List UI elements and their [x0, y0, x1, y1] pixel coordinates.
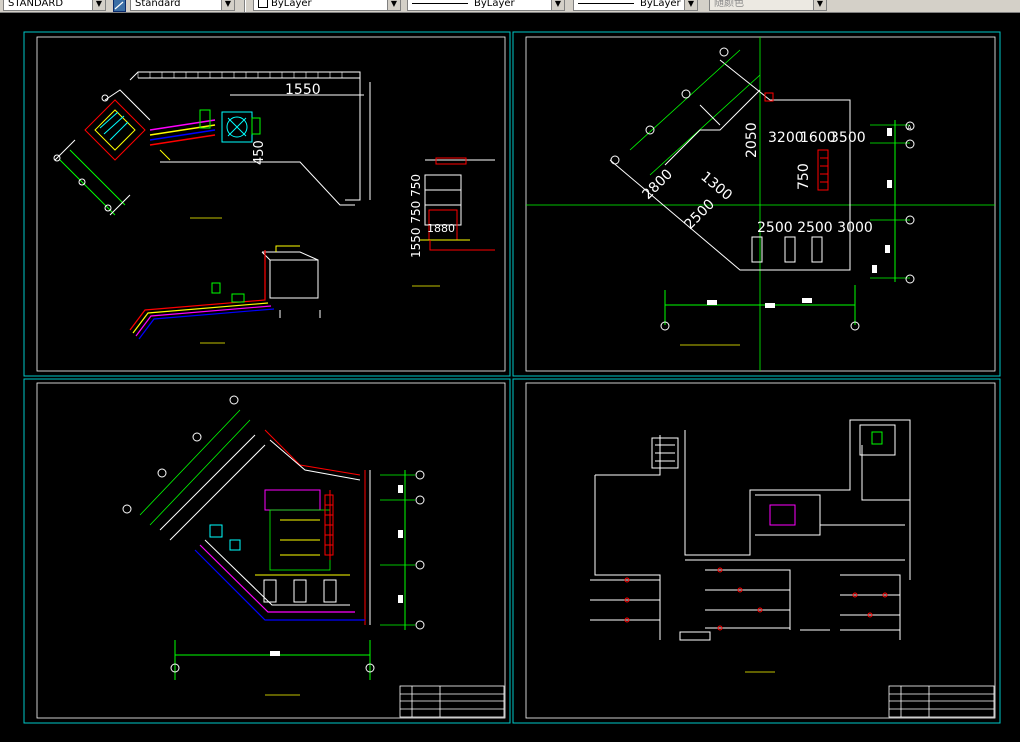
dim-2500a: 2500 [682, 196, 719, 233]
chevron-down-icon[interactable]: ▼ [551, 0, 564, 10]
detail-dim2: 1880 [427, 222, 455, 235]
color-value: ByLayer [271, 0, 312, 9]
dim-3200: 3200 [768, 130, 804, 146]
sheet-frame-bottom-left [23, 378, 511, 724]
color-swatch-icon [258, 0, 268, 8]
dimension-style-dropdown[interactable]: Standard ▼ [130, 0, 235, 11]
lineweight-dropdown[interactable]: ByLayer ▼ [573, 0, 698, 11]
color-dropdown[interactable]: ByLayer ▼ [253, 0, 401, 11]
lineweight-value: ByLayer [640, 0, 681, 9]
axis-bubbles-bottom-left [122, 395, 425, 673]
chevron-down-icon[interactable]: ▼ [387, 0, 400, 10]
dimension-style-icon[interactable] [113, 0, 126, 12]
plot-style-value: 随颜色 [714, 0, 744, 9]
sheet-frame-top-left [23, 31, 511, 377]
linetype-dropdown[interactable]: ByLayer ▼ [407, 0, 565, 11]
dim-row-2500-2500-3000: 2500 2500 3000 [757, 220, 873, 236]
sheet-top-right-plan: 3200 1600 3500 2050 1300 2800 2500 750 2… [526, 37, 995, 371]
detail-dims: 1550 750 750 [409, 174, 423, 258]
dim-3500: 3500 [830, 130, 866, 146]
chevron-down-icon[interactable]: ▼ [221, 0, 234, 10]
sheet-bottom-right-schematic [590, 419, 995, 718]
dim-1550-top: 1550 [285, 82, 321, 98]
lineweight-sample-icon [578, 2, 634, 4]
dimension-style-value: Standard [135, 0, 181, 9]
dim-2050: 2050 [744, 122, 760, 158]
plot-style-dropdown[interactable]: 随颜色 ▼ [709, 0, 827, 11]
dim-2800: 2800 [640, 166, 677, 203]
equipment-skid [84, 89, 151, 161]
axis-label-a: A [907, 124, 912, 132]
title-block-bottom-right [888, 685, 995, 718]
title-block-bottom-left [399, 685, 505, 718]
sheet-top-left-isometric: 1550 450 1550 750 750 1880 [53, 71, 495, 344]
dim-450: 450 [252, 140, 267, 165]
linetype-value: ByLayer [474, 0, 515, 9]
chevron-down-icon[interactable]: ▼ [813, 0, 826, 10]
valves-bottom-right [624, 567, 888, 631]
linetype-sample-icon [412, 2, 468, 4]
dim-750: 750 [796, 163, 812, 190]
text-style-dropdown[interactable]: STANDARD ▼ [3, 0, 106, 11]
sheet-frame-bottom-right [512, 378, 1001, 724]
sheet-bottom-left-plan [122, 395, 505, 718]
chevron-down-icon[interactable]: ▼ [684, 0, 697, 10]
text-style-value: STANDARD [8, 0, 64, 9]
chevron-down-icon[interactable]: ▼ [92, 0, 105, 10]
drawing-canvas[interactable]: 1550 450 1550 750 750 1880 3200 1600 350… [0, 12, 1020, 738]
sheet-frame-top-right [512, 31, 1001, 377]
toolbar-separator [244, 0, 246, 12]
